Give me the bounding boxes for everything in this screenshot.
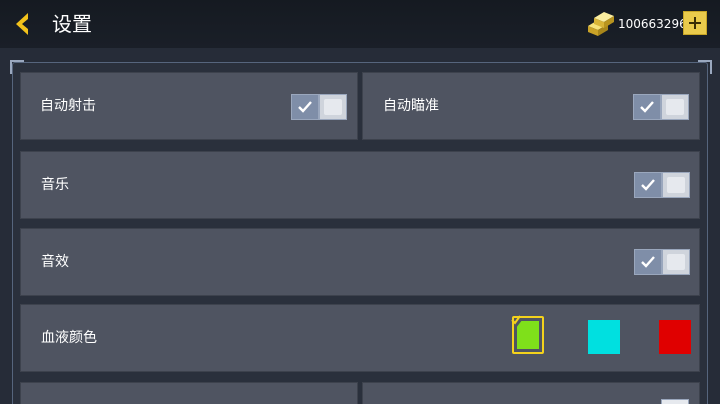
blood-color-swatch-cyan[interactable] — [588, 320, 620, 354]
plus-icon — [689, 17, 701, 29]
setting-label-auto-aim: 自动瞄准 — [383, 98, 439, 114]
auto-fire-toggle[interactable] — [291, 94, 347, 120]
toggle-knob-segment — [319, 94, 347, 120]
selected-check-icon — [511, 315, 521, 325]
setting-row-music: 音乐 — [20, 151, 700, 219]
frame-corner-top-right — [698, 60, 712, 74]
toggle-on-segment — [291, 94, 319, 120]
toggle-on-segment — [634, 249, 662, 275]
add-currency-button[interactable] — [683, 11, 707, 35]
blood-color-swatch-green[interactable] — [511, 315, 544, 354]
setting-label-music: 音乐 — [41, 177, 69, 193]
toggle-knob-segment — [662, 172, 690, 198]
setting-row-auto-fire: 自动射击 — [20, 72, 358, 140]
header-bar: 设置 100663296 — [0, 0, 720, 48]
check-icon — [298, 101, 312, 113]
music-toggle[interactable] — [634, 172, 690, 198]
toggle-knob — [324, 99, 342, 115]
setting-label-sound-effects: 音效 — [41, 254, 69, 270]
toggle-knob — [667, 254, 685, 270]
setting-row-blood-color: 血液颜色 — [20, 304, 700, 372]
check-icon — [641, 256, 655, 268]
partial-toggle-right[interactable] — [661, 399, 689, 404]
settings-screen: 设置 100663296 自动射击 自动瞄准 音乐 音效 血液颜色 — [0, 0, 720, 404]
toggle-on-segment — [633, 94, 661, 120]
setting-label-auto-fire: 自动射击 — [40, 98, 96, 114]
setting-label-blood-color: 血液颜色 — [41, 330, 97, 346]
currency-amount: 100663296 — [618, 17, 687, 31]
back-button[interactable] — [10, 10, 38, 38]
setting-row-auto-aim: 自动瞄准 — [362, 72, 700, 140]
swatch-fill — [588, 320, 620, 354]
setting-row-partial-right — [362, 382, 700, 404]
setting-row-partial-left — [20, 382, 403, 404]
check-icon — [640, 101, 654, 113]
toggle-knob-segment — [662, 249, 690, 275]
page-title: 设置 — [52, 12, 92, 36]
sound-effects-toggle[interactable] — [634, 249, 690, 275]
back-arrow-icon — [16, 13, 28, 35]
swatch-fill — [659, 320, 691, 354]
blood-color-swatch-red[interactable] — [659, 320, 691, 354]
gold-bars-icon — [588, 12, 614, 36]
setting-row-sound-effects: 音效 — [20, 228, 700, 296]
toggle-knob — [666, 99, 684, 115]
toggle-knob-segment — [661, 94, 689, 120]
check-icon — [641, 179, 655, 191]
swatch-fill — [517, 321, 539, 349]
auto-aim-toggle[interactable] — [633, 94, 689, 120]
toggle-on-segment — [634, 172, 662, 198]
toggle-knob — [667, 177, 685, 193]
